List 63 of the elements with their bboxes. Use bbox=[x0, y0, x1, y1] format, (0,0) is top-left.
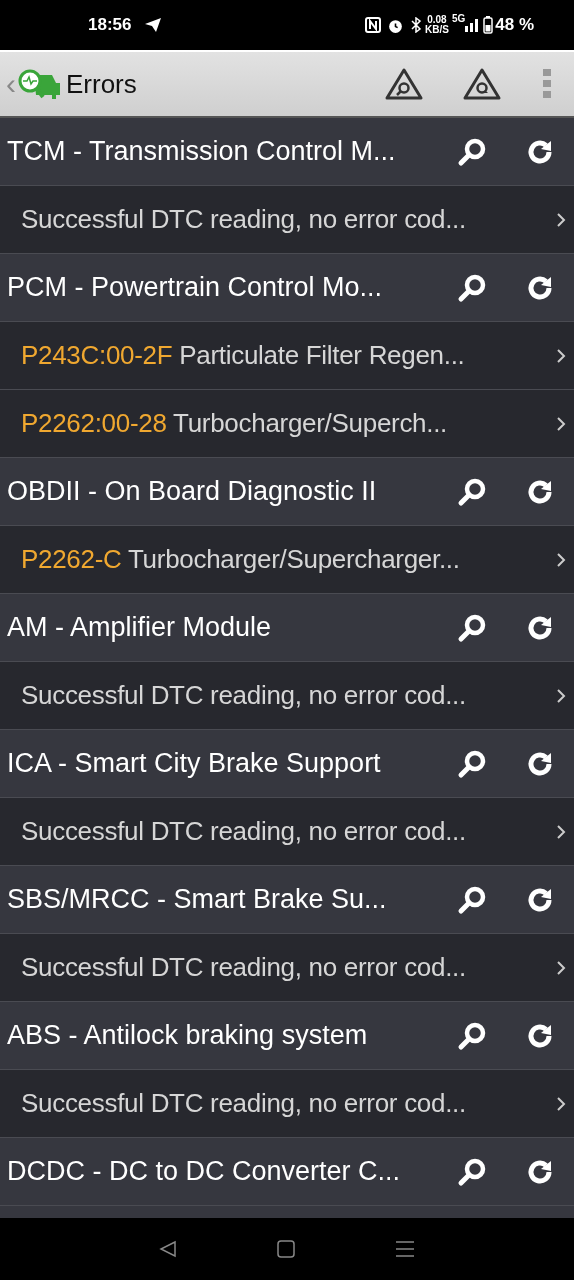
chevron-icon bbox=[556, 415, 566, 432]
result-row[interactable]: P243C:00-2F Particulate Filter Regen... bbox=[0, 322, 574, 390]
chevron-icon bbox=[556, 959, 566, 976]
module-name: ABS - Antilock braking system bbox=[6, 1020, 369, 1051]
battery-icon bbox=[483, 16, 494, 34]
result-row[interactable]: Successful DTC reading, no error cod... bbox=[0, 186, 574, 254]
network-speed: 0.08 bbox=[427, 15, 447, 25]
nfc-icon bbox=[365, 17, 381, 33]
module-name: TCM - Transmission Control M... bbox=[6, 136, 397, 167]
network-type: 5G bbox=[451, 14, 466, 24]
refresh-icon bbox=[527, 1158, 553, 1185]
module-row[interactable]: SBS/MRCC - Smart Brake Su... bbox=[0, 866, 574, 934]
refresh-icon bbox=[527, 886, 553, 913]
error-result: Successful DTC reading, no error cod... bbox=[20, 204, 467, 235]
chevron-icon bbox=[556, 347, 566, 364]
module-row[interactable]: PCM - Powertrain Control Mo... bbox=[0, 254, 574, 322]
module-name: ICA - Smart City Brake Support bbox=[6, 748, 382, 779]
chevron-icon bbox=[556, 687, 566, 704]
error-result: Successful DTC reading, no error cod... bbox=[20, 680, 467, 711]
screen-title: Errors bbox=[66, 68, 137, 100]
send-icon bbox=[145, 18, 162, 32]
refresh-icon bbox=[527, 274, 553, 301]
error-result: P243C:00-2F Particulate Filter Regen... bbox=[20, 340, 466, 371]
clock: 18:56 bbox=[88, 15, 132, 35]
refresh-icon bbox=[527, 750, 553, 777]
refresh-icon bbox=[527, 614, 553, 641]
module-name: SBS/MRCC - Smart Brake Su... bbox=[6, 884, 388, 915]
battery-level: 48 % bbox=[495, 15, 534, 35]
module-row[interactable]: TCM - Transmission Control M... bbox=[0, 118, 574, 186]
module-name: DCDC - DC to DC Converter C... bbox=[6, 1156, 402, 1187]
chevron-icon bbox=[556, 551, 566, 568]
result-row[interactable]: Successful DTC reading, no error cod... bbox=[0, 798, 574, 866]
chevron-icon bbox=[556, 211, 566, 228]
speed-unit: KB/S bbox=[425, 25, 449, 35]
chevron-icon bbox=[556, 823, 566, 840]
car-search-icon bbox=[16, 67, 62, 101]
bluetooth-icon bbox=[410, 17, 422, 33]
module-name: OBDII - On Board Diagnostic II bbox=[6, 476, 378, 507]
back-nav-icon[interactable] bbox=[159, 1240, 177, 1258]
home-nav-icon[interactable] bbox=[277, 1240, 295, 1258]
refresh-icon bbox=[527, 138, 553, 165]
module-row[interactable]: OBDII - On Board Diagnostic II bbox=[0, 458, 574, 526]
module-row[interactable]: DCDC - DC to DC Converter C... bbox=[0, 1138, 574, 1206]
error-result: P2262-C Turbocharger/Supercharger... bbox=[20, 544, 461, 575]
chevron-icon bbox=[556, 1095, 566, 1112]
refresh-icon bbox=[527, 1022, 553, 1049]
result-row[interactable]: Successful DTC reading, no error cod... bbox=[0, 1070, 574, 1138]
module-row[interactable]: ABS - Antilock braking system bbox=[0, 1002, 574, 1070]
error-result: P2262:00-28 Turbocharger/Superch... bbox=[20, 408, 449, 439]
error-result: Successful DTC reading, no error cod... bbox=[20, 952, 467, 983]
result-row[interactable]: P2262-C Turbocharger/Supercharger... bbox=[0, 526, 574, 594]
result-row[interactable]: Successful DTC reading, no error cod... bbox=[0, 934, 574, 1002]
module-row[interactable]: ICA - Smart City Brake Support bbox=[0, 730, 574, 798]
refresh-icon bbox=[527, 478, 553, 505]
signal-icon bbox=[465, 18, 480, 32]
menu-nav-icon[interactable] bbox=[395, 1240, 415, 1258]
error-result: Successful DTC reading, no error cod... bbox=[20, 816, 467, 847]
error-result: Successful DTC reading, no error cod... bbox=[20, 1088, 467, 1119]
module-name: PCM - Powertrain Control Mo... bbox=[6, 272, 384, 303]
module-name: AM - Amplifier Module bbox=[6, 612, 273, 643]
result-row[interactable]: P2262:00-28 Turbocharger/Superch... bbox=[0, 390, 574, 458]
result-row[interactable]: Successful DTC reading, no error cod... bbox=[0, 662, 574, 730]
module-row[interactable]: AM - Amplifier Module bbox=[0, 594, 574, 662]
